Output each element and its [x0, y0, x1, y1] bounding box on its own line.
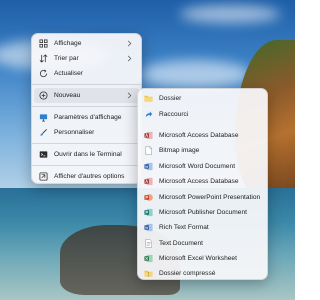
menu-item-label: Personnaliser: [54, 129, 95, 136]
submenu-item-access-2[interactable]: Microsoft Access Database: [140, 174, 265, 189]
menu-separator: [32, 165, 141, 166]
submenu-spacer: [138, 122, 267, 128]
submenu-item-label: Microsoft Excel Worksheet: [159, 255, 237, 263]
submenu-item-bitmap[interactable]: Bitmap image: [140, 143, 265, 158]
shortcut-icon: [144, 110, 153, 119]
menu-item-trier-par[interactable]: Trier par: [34, 51, 139, 66]
terminal-icon: [39, 150, 48, 159]
submenu-item-label: Bitmap image: [159, 147, 200, 155]
menu-item-label: Ouvrir dans le Terminal: [54, 151, 122, 158]
wallpaper-cloud: [140, 60, 250, 88]
menu-item-label: Nouveau: [54, 92, 81, 99]
new-plus-circle-icon: [39, 91, 48, 100]
submenu-item-label: Microsoft Publisher Document: [159, 208, 247, 216]
submenu-item-dossier[interactable]: Dossier: [140, 91, 265, 106]
access-icon: [144, 177, 153, 186]
submenu-item-label: Microsoft Access Database: [159, 131, 239, 139]
submenu-item-label: Rich Text Format: [159, 224, 209, 232]
wallpaper-cloud: [180, 5, 280, 23]
menu-item-nouveau[interactable]: Nouveau: [34, 88, 139, 103]
menu-item-ouvrir-terminal[interactable]: Ouvrir dans le Terminal: [34, 147, 139, 162]
submenu-item-rtf[interactable]: Rich Text Format: [140, 220, 265, 235]
submenu-item-excel[interactable]: Microsoft Excel Worksheet: [140, 251, 265, 266]
menu-item-actualiser[interactable]: Actualiser: [34, 66, 139, 81]
submenu-item-word[interactable]: Microsoft Word Document: [140, 159, 265, 174]
menu-separator: [32, 143, 141, 144]
menu-item-label: Affichage: [54, 40, 82, 47]
desktop-context-menu: Affichage Trier par Actualiser Nouveau P…: [31, 33, 142, 184]
grid-view-icon: [39, 39, 48, 48]
submenu-item-label: Microsoft Access Database: [159, 178, 239, 186]
display-settings-icon: [39, 113, 48, 122]
menu-item-label: Actualiser: [54, 70, 83, 77]
submenu-item-label: Raccourci: [159, 110, 189, 118]
submenu-item-powerpoint[interactable]: Microsoft PowerPoint Presentation: [140, 189, 265, 204]
chevron-right-icon: [126, 92, 132, 99]
more-options-icon: [39, 172, 48, 181]
refresh-icon: [39, 69, 48, 78]
submenu-item-publisher[interactable]: Microsoft Publisher Document: [140, 205, 265, 220]
menu-separator: [32, 84, 141, 85]
menu-item-label: Paramètres d'affichage: [54, 114, 122, 121]
text-file-icon: [144, 238, 153, 248]
sort-icon: [39, 54, 48, 63]
publisher-icon: [144, 208, 153, 217]
bitmap-file-icon: [144, 146, 153, 156]
zip-folder-icon: [144, 269, 153, 278]
access-icon: [144, 131, 153, 140]
submenu-item-raccourci[interactable]: Raccourci: [140, 106, 265, 121]
menu-item-affichage[interactable]: Affichage: [34, 36, 139, 51]
word-icon: [144, 223, 153, 232]
powerpoint-icon: [144, 193, 153, 202]
menu-item-parametres-affichage[interactable]: Paramètres d'affichage: [34, 110, 139, 125]
menu-item-autres-options[interactable]: Afficher d'autres options: [34, 169, 139, 184]
submenu-item-label: Microsoft Word Document: [159, 162, 236, 170]
excel-icon: [144, 254, 153, 263]
menu-item-personnaliser[interactable]: Personnaliser: [34, 125, 139, 140]
chevron-right-icon: [126, 55, 132, 62]
folder-icon: [144, 94, 153, 103]
menu-separator: [32, 106, 141, 107]
submenu-item-zip[interactable]: Dossier compressé: [140, 266, 265, 281]
submenu-item-access-1[interactable]: Microsoft Access Database: [140, 128, 265, 143]
submenu-item-label: Text Document: [159, 239, 203, 247]
word-icon: [144, 162, 153, 171]
chevron-right-icon: [126, 40, 132, 47]
menu-item-label: Afficher d'autres options: [54, 173, 125, 180]
submenu-item-label: Dossier compressé: [159, 270, 216, 278]
new-submenu: Dossier Raccourci Microsoft Access Datab…: [137, 88, 268, 280]
submenu-item-label: Microsoft PowerPoint Presentation: [159, 193, 261, 201]
brush-icon: [39, 128, 48, 137]
submenu-item-label: Dossier: [159, 95, 182, 103]
menu-item-label: Trier par: [54, 55, 79, 62]
submenu-item-text[interactable]: Text Document: [140, 236, 265, 251]
